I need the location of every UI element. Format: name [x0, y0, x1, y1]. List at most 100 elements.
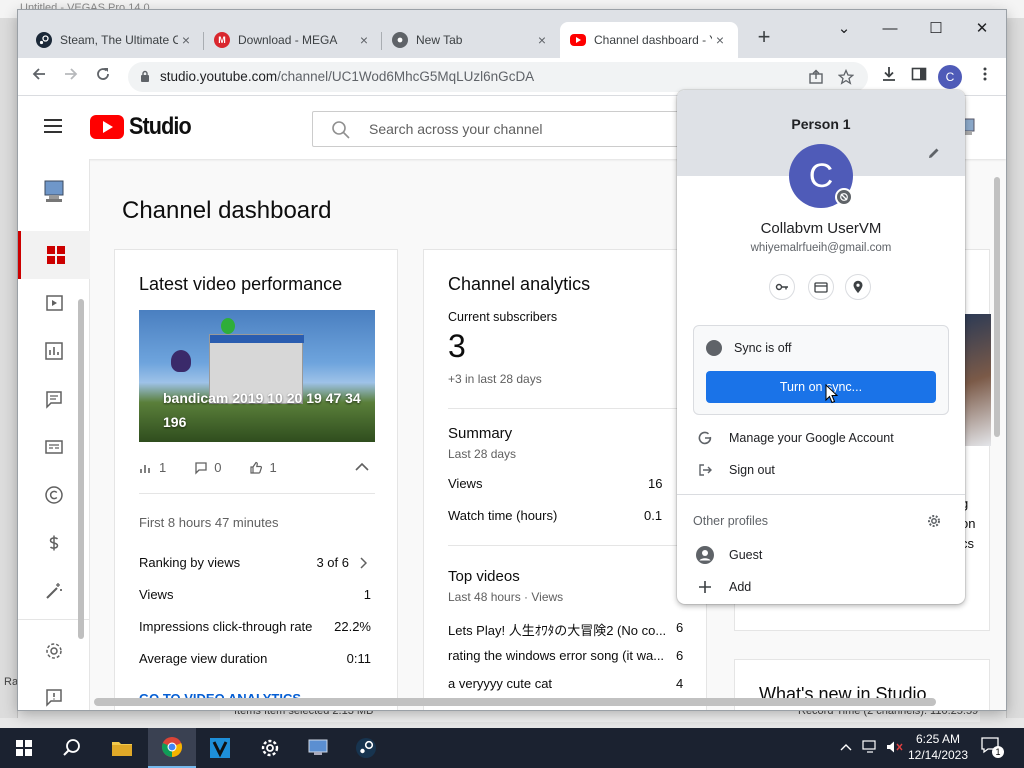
back-button[interactable] [26, 64, 52, 90]
profile-avatar-button[interactable]: C [938, 65, 962, 89]
forward-button[interactable] [58, 64, 84, 90]
news-thumbnail[interactable] [961, 314, 991, 446]
comments-icon [46, 391, 62, 409]
gear-icon[interactable] [927, 514, 941, 528]
period-label: First 8 hours 47 minutes [139, 515, 279, 530]
system-clock[interactable]: 6:25 AM 12/14/2023 [904, 731, 972, 763]
hamburger-menu-icon[interactable] [44, 119, 62, 133]
sidebar-scrollbar[interactable] [78, 299, 84, 639]
maximize-button[interactable]: ☐ [914, 16, 958, 42]
video-title-overlay: bandicam 2019 10 20 19 47 34 196 [163, 390, 361, 430]
pencil-icon[interactable] [927, 146, 941, 160]
mega-icon: M [214, 32, 230, 48]
tab-strip: Steam, The Ultimate Online Game Platform… [18, 10, 1006, 58]
other-profiles-heading: Other profiles [693, 514, 769, 528]
copyright-icon [45, 486, 63, 504]
close-window-button[interactable]: ✕ [960, 16, 1004, 42]
top-video-title[interactable]: a veryyyy cute cat [448, 676, 552, 691]
arrow-right-icon [65, 68, 78, 80]
sign-out-item[interactable]: Sign out [677, 454, 965, 486]
card-divider [448, 408, 708, 409]
folder-icon [112, 742, 132, 756]
taskbar-file-explorer[interactable] [98, 728, 146, 768]
windows-logo-icon [16, 740, 32, 756]
downloads-button[interactable] [876, 64, 902, 90]
channel-avatar[interactable] [18, 167, 90, 215]
avd-value: 0:11 [346, 651, 371, 666]
page-vertical-scrollbar[interactable] [994, 177, 1000, 437]
arrow-left-icon [32, 68, 45, 80]
chevron-up-icon[interactable] [355, 462, 369, 472]
payment-methods-button[interactable] [808, 274, 834, 300]
summary-watch-label: Watch time (hours) [448, 508, 558, 523]
mouse-cursor-icon [825, 384, 839, 404]
tab-steam[interactable]: Steam, The Ultimate Online Game Platform… [26, 22, 204, 58]
side-panel-icon [911, 67, 927, 81]
manage-google-account-item[interactable]: Manage your Google Account [677, 422, 965, 454]
clock-time: 6:25 AM [915, 732, 961, 746]
minimize-button[interactable]: — [868, 16, 912, 42]
turn-on-sync-button[interactable]: Turn on sync... [706, 371, 936, 403]
dashboard-icon [46, 246, 65, 264]
url-path: /channel/UC1Wod6MhcG5MqLUzl6nGcDA [277, 69, 535, 84]
sidebar-item-dashboard[interactable] [18, 231, 90, 279]
top-video-views: 6 [676, 620, 684, 635]
tab-new-tab[interactable]: New Tab × [382, 22, 560, 58]
taskbar-steam[interactable] [342, 728, 390, 768]
sidebar-item-feedback[interactable] [18, 673, 90, 710]
more-vert-icon [983, 67, 987, 81]
tab-label: Channel dashboard - YouTube Studio [594, 33, 712, 47]
taskbar-chrome[interactable] [148, 728, 196, 768]
background-app-label: Ra [4, 676, 19, 688]
studio-logo-text[interactable]: Studio [129, 113, 192, 141]
content-icon [46, 295, 63, 311]
volume-muted-icon[interactable] [886, 740, 904, 754]
close-icon[interactable]: × [712, 32, 728, 48]
tab-search-button[interactable]: ⌄ [822, 16, 866, 42]
new-tab-button[interactable]: + [750, 24, 778, 52]
taskbar-search-button[interactable] [48, 728, 96, 768]
taskbar-vegas[interactable] [196, 728, 244, 768]
close-icon[interactable]: × [356, 32, 372, 48]
start-button[interactable] [0, 728, 48, 768]
page-horizontal-scrollbar[interactable] [94, 698, 936, 706]
account-circle-icon [693, 545, 717, 565]
passwords-button[interactable] [769, 274, 795, 300]
channel-analytics-card: Channel analytics Current subscribers 3 … [423, 249, 708, 710]
tab-label: New Tab [416, 33, 463, 47]
guest-profile-item[interactable]: Guest [677, 539, 965, 571]
computer-icon [308, 739, 328, 755]
taskbar-network-app[interactable] [294, 728, 342, 768]
taskbar-settings[interactable] [246, 728, 294, 768]
studio-search-input[interactable]: Search across your channel [312, 111, 692, 147]
reload-button[interactable] [90, 64, 116, 90]
tab-mega[interactable]: M Download - MEGA × [204, 22, 382, 58]
download-icon [883, 67, 895, 81]
top-video-title[interactable]: Lets Play! 人生ｵﾜﾀの大冒険2 (No co... [448, 620, 666, 639]
video-thumbnail[interactable]: bandicam 2019 10 20 19 47 34 196 [139, 310, 375, 442]
tab-youtube-studio[interactable]: Channel dashboard - YouTube Studio × [560, 22, 738, 58]
bookmark-star-icon[interactable] [838, 69, 854, 85]
top-video-title[interactable]: rating the windows error song (it wa... [448, 648, 664, 663]
youtube-logo-icon[interactable] [90, 115, 124, 139]
action-center-button[interactable]: 1 [980, 736, 1006, 760]
notification-badge: 1 [992, 746, 1004, 758]
address-bar[interactable]: studio.youtube.com/channel/UC1Wod6MhcG5M… [128, 62, 868, 92]
top-video-views: 4 [676, 676, 684, 691]
sync-paused-icon [835, 188, 853, 206]
chevron-up-icon[interactable] [840, 742, 852, 752]
addresses-button[interactable] [845, 274, 871, 300]
ctr-value: 22.2% [334, 619, 371, 634]
add-profile-item[interactable]: Add [677, 571, 965, 603]
close-icon[interactable]: × [178, 32, 194, 48]
chevron-right-icon[interactable] [359, 557, 367, 569]
menu-item-label: Add [729, 580, 752, 594]
side-panel-button[interactable] [906, 64, 932, 90]
chrome-icon [161, 737, 183, 758]
network-icon[interactable] [862, 740, 878, 754]
chrome-menu-button[interactable] [972, 64, 998, 90]
close-icon[interactable]: × [534, 32, 550, 48]
parrot-icon [221, 318, 235, 334]
windows-taskbar: 6:25 AM 12/14/2023 1 [0, 728, 1024, 768]
share-icon[interactable] [808, 69, 824, 85]
